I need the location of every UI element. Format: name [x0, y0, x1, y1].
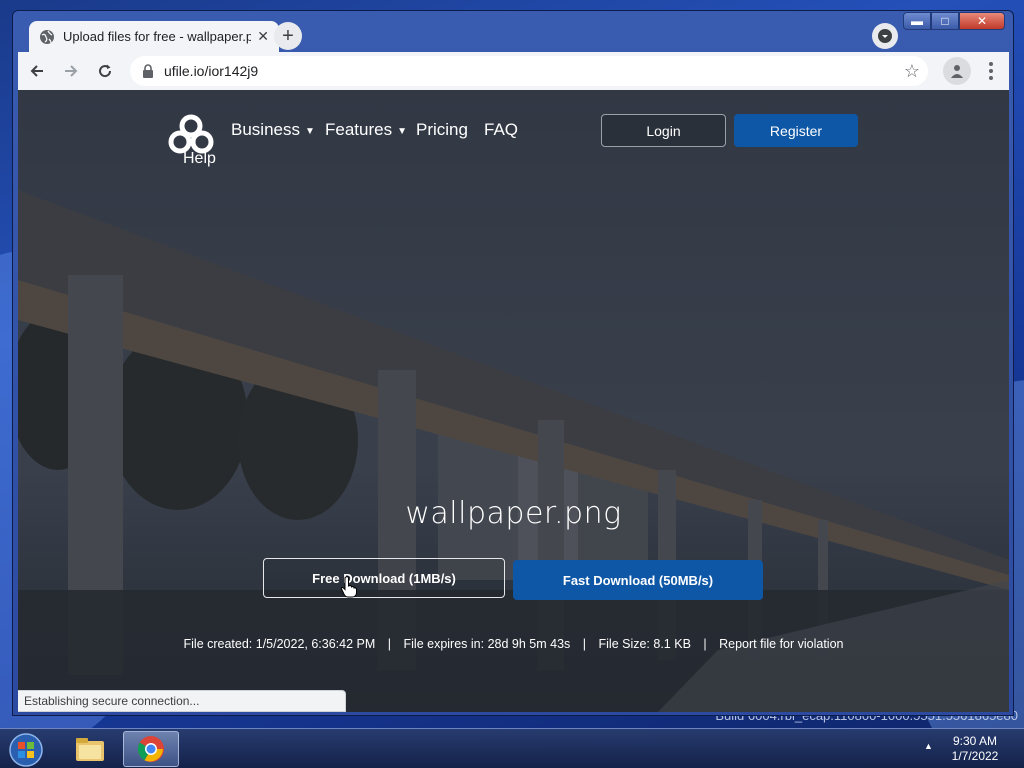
url-text: ufile.io/ior142j9	[164, 63, 259, 79]
nav-features-label: Features	[325, 120, 393, 139]
back-button[interactable]	[22, 56, 52, 86]
nav-faq-label: FAQ	[484, 120, 519, 139]
forward-button[interactable]	[56, 56, 86, 86]
nav-pricing[interactable]: Pricing	[416, 120, 468, 140]
dark-overlay	[18, 90, 1009, 712]
tray-expand-icon[interactable]: ▲	[924, 741, 933, 751]
arrow-left-icon	[30, 65, 43, 77]
taskbar: ▲ 9:30 AM 1/7/2022	[0, 728, 1024, 768]
system-clock[interactable]: 9:30 AM 1/7/2022	[945, 734, 1005, 764]
globe-icon	[40, 29, 54, 44]
separator: |	[582, 637, 587, 651]
file-expires: File expires in: 28d 9h 5m 43s	[403, 637, 571, 651]
address-bar[interactable]: ufile.io/ior142j9 ☆	[130, 56, 928, 86]
windows-start-icon[interactable]	[6, 731, 46, 768]
nav-faq[interactable]: FAQ	[484, 120, 518, 140]
reload-icon	[99, 64, 112, 78]
chevron-down-icon: ▼	[304, 125, 315, 137]
arrow-right-icon	[65, 65, 78, 77]
nav-pricing-label: Pricing	[416, 120, 468, 139]
login-button[interactable]: Login	[601, 114, 726, 147]
file-size: File Size: 8.1 KB	[598, 637, 691, 651]
browser-tab[interactable]: Upload files for free - wallpaper.p ✕	[29, 21, 279, 52]
fast-download-button[interactable]: Fast Download (50MB/s)	[513, 560, 763, 600]
file-info: File created: 1/5/2022, 6:36:42 PM | Fil…	[18, 637, 1009, 651]
account-button[interactable]	[943, 57, 971, 85]
nav-business[interactable]: Business ▼	[231, 120, 315, 140]
nav-features[interactable]: Features ▼	[325, 120, 407, 140]
chevron-down-icon: ▼	[397, 125, 407, 137]
minimize-button[interactable]: ▬	[903, 12, 931, 30]
site-header: Help Business ▼ Features ▼ Pricing FAQ L…	[18, 90, 1009, 180]
window-controls: ▬ □ ✕	[903, 12, 1005, 30]
reload-button[interactable]	[90, 56, 120, 86]
bookmark-star-icon[interactable]: ☆	[904, 61, 920, 82]
free-download-button[interactable]: Free Download (1MB/s)	[263, 558, 505, 598]
person-icon	[951, 65, 963, 78]
chevron-down-icon	[878, 29, 892, 43]
lock-icon	[143, 64, 153, 78]
register-button[interactable]: Register	[734, 114, 858, 147]
tab-title: Upload files for free - wallpaper.p	[63, 29, 252, 44]
web-page: Help Business ▼ Features ▼ Pricing FAQ L…	[18, 90, 1009, 712]
nav-business-label: Business	[231, 120, 300, 139]
browser-window: ▬ □ ✕ Upload files for free - wallpaper.…	[12, 10, 1014, 716]
hand-cursor-icon	[340, 576, 357, 598]
new-tab-button[interactable]: +	[274, 22, 302, 50]
maximize-button[interactable]: □	[931, 12, 959, 30]
close-tab-icon[interactable]: ✕	[257, 28, 269, 45]
clock-time: 9:30 AM	[952, 734, 998, 748]
taskbar-explorer[interactable]	[62, 731, 118, 767]
file-created: File created: 1/5/2022, 6:36:42 PM	[183, 637, 376, 651]
file-name: wallpaper.png	[405, 496, 622, 531]
folder-icon	[76, 738, 104, 761]
taskbar-chrome[interactable]	[123, 731, 179, 767]
chrome-icon	[137, 736, 164, 762]
status-bar: Establishing secure connection...	[18, 690, 346, 712]
clock-date: 1/7/2022	[951, 749, 999, 763]
browser-toolbar: ufile.io/ior142j9 ☆	[18, 52, 1009, 90]
help-link[interactable]: Help	[183, 150, 216, 168]
separator: |	[703, 637, 707, 651]
more-menu-icon[interactable]	[981, 57, 1001, 85]
close-window-button[interactable]: ✕	[959, 12, 1005, 30]
separator: |	[387, 637, 392, 651]
report-link[interactable]: Report file for violation	[719, 637, 843, 651]
tab-search-button[interactable]	[872, 23, 898, 49]
